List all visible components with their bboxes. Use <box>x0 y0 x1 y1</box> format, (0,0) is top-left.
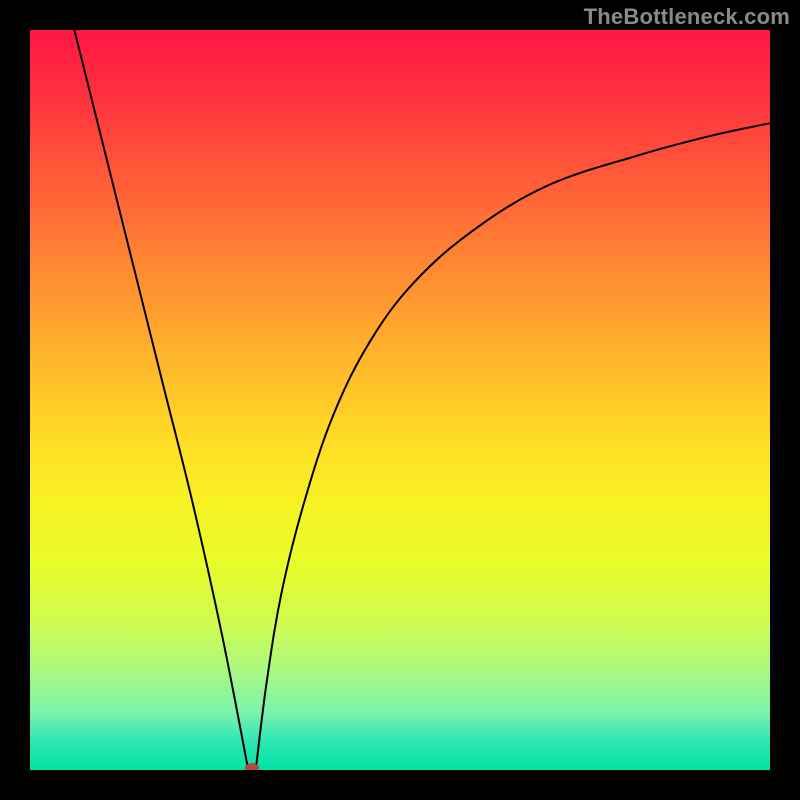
plot-area <box>30 30 770 770</box>
watermark-text: TheBottleneck.com <box>584 4 790 30</box>
curve-right-branch <box>256 123 770 770</box>
curve-group <box>74 30 770 770</box>
chart-frame: TheBottleneck.com <box>0 0 800 800</box>
curve-left-branch <box>74 30 248 770</box>
chart-svg <box>30 30 770 770</box>
